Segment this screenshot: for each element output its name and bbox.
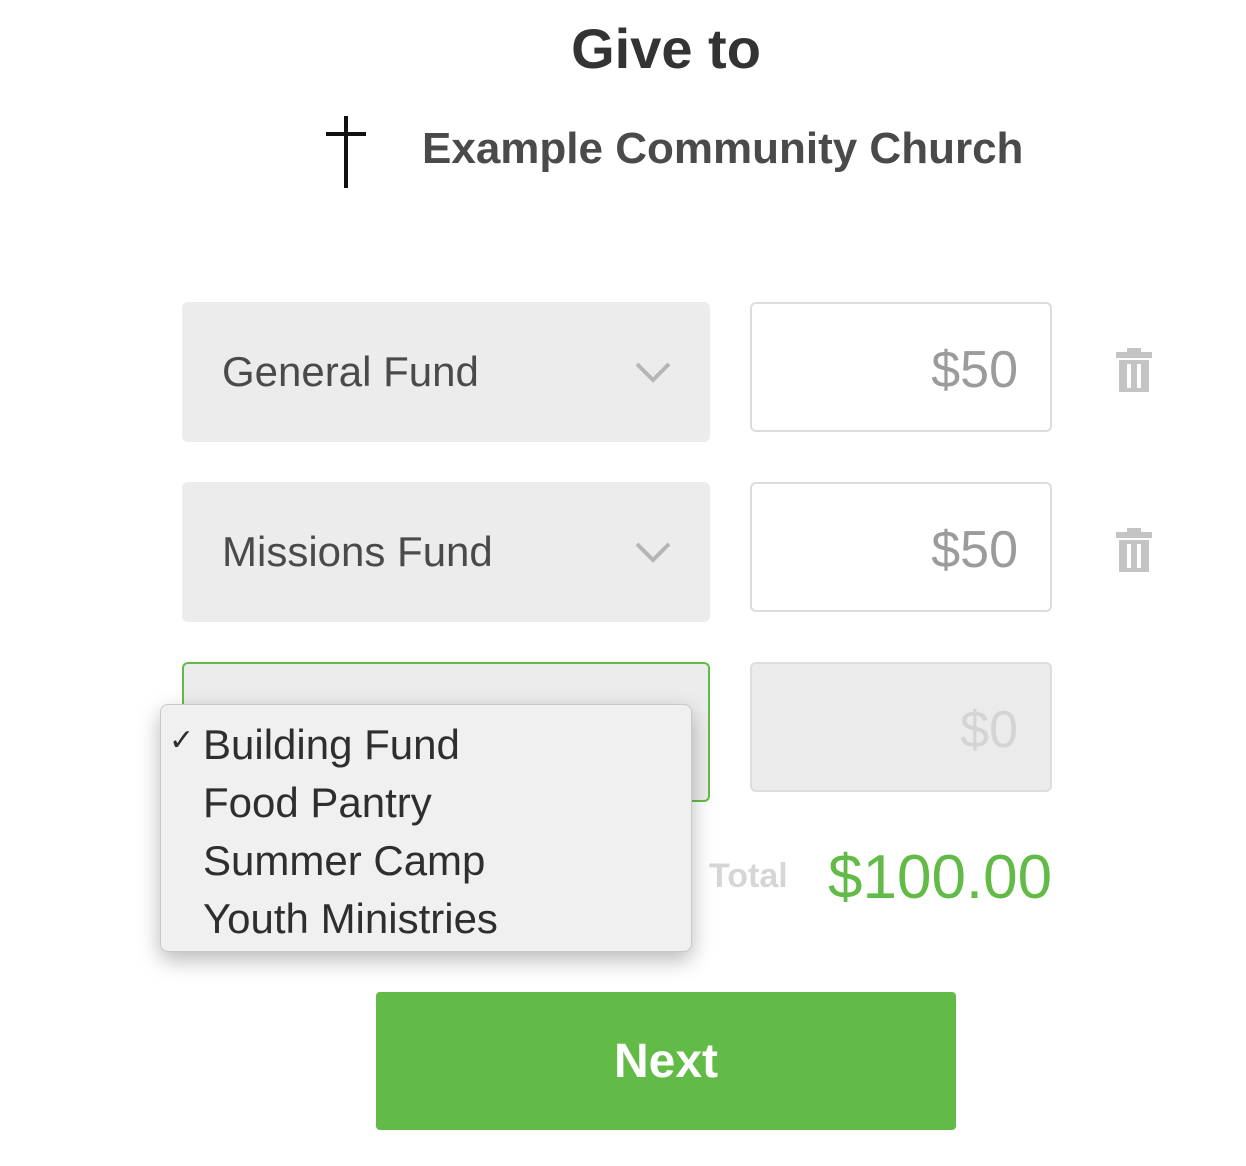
menu-item-food-pantry[interactable]: Food Pantry bbox=[161, 769, 691, 827]
amount-input-1[interactable]: $50 bbox=[750, 302, 1052, 432]
organization-name: Example Community Church bbox=[422, 124, 1024, 173]
total-value: $100.00 bbox=[828, 843, 1053, 912]
next-button[interactable]: Next bbox=[376, 992, 956, 1130]
latin-cross-icon bbox=[326, 116, 366, 188]
fund-select-1[interactable]: General Fund bbox=[182, 302, 710, 442]
fund-select-label: General Fund bbox=[222, 348, 479, 395]
menu-item-label: Building Fund bbox=[203, 721, 460, 768]
amount-value: $50 bbox=[931, 521, 1018, 579]
chevron-down-icon bbox=[635, 362, 671, 383]
total-label: Total bbox=[709, 857, 788, 895]
menu-item-label: Summer Camp bbox=[203, 837, 486, 884]
menu-item-youth-ministries[interactable]: Youth Ministries bbox=[161, 885, 691, 943]
checkmark-icon: ✓ bbox=[169, 724, 195, 757]
menu-item-label: Youth Ministries bbox=[203, 895, 498, 942]
page-title: Give to bbox=[571, 17, 761, 80]
trash-icon[interactable] bbox=[1114, 348, 1154, 392]
menu-item-label: Food Pantry bbox=[203, 779, 432, 826]
amount-input-2[interactable]: $50 bbox=[750, 482, 1052, 612]
amount-input-3[interactable]: $0 bbox=[750, 662, 1052, 792]
menu-item-building-fund[interactable]: ✓ Building Fund bbox=[161, 711, 691, 769]
amount-value: $50 bbox=[931, 341, 1018, 399]
fund-select-2[interactable]: Missions Fund bbox=[182, 482, 710, 622]
menu-item-summer-camp[interactable]: Summer Camp bbox=[161, 827, 691, 885]
chevron-down-icon bbox=[635, 542, 671, 563]
amount-value: $0 bbox=[960, 701, 1018, 759]
trash-icon[interactable] bbox=[1114, 528, 1154, 572]
fund-dropdown-menu: ✓ Building Fund Food Pantry Summer Camp … bbox=[160, 704, 692, 952]
fund-select-label: Missions Fund bbox=[222, 528, 493, 575]
